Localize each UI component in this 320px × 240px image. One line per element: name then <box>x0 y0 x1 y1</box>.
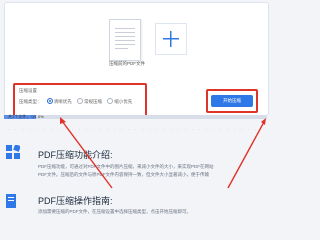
start-compress-button[interactable]: 开始压缩 <box>211 95 253 107</box>
start-button-highlight: 开始压缩 <box>206 89 258 113</box>
radio-clarity-first[interactable] <box>46 98 53 104</box>
radio-label-clarity-first: 清晰优先 <box>53 99 72 104</box>
options-title: 压缩设置 <box>19 88 37 93</box>
radio-label-normal: 常规压缩 <box>84 99 103 104</box>
upload-card: 压缩前的PDF文件 压缩设置 压缩类型： 清晰优先 常规压缩 缩小优先 开始压缩 <box>4 2 269 118</box>
radio-size-first[interactable] <box>107 98 114 104</box>
radio-normal[interactable] <box>77 98 84 104</box>
arrowhead-start <box>261 118 266 125</box>
divider: · · · · · · · · · · · · · · · · · · · · … <box>8 127 259 133</box>
intro-line-2: PDF文件。压缩后的文件与原PDF文件内容保持一致，但文件大小显著减小，便于传输 <box>38 172 209 177</box>
pdf-file-thumbnail[interactable] <box>109 19 141 61</box>
compress-type-label: 压缩类型： <box>19 99 42 104</box>
radio-label-size-first: 缩小优先 <box>114 99 133 104</box>
file-name-label: 压缩前的PDF文件 <box>109 61 145 66</box>
compress-options-panel: 压缩设置 压缩类型： 清晰优先 常规压缩 缩小优先 <box>13 83 147 118</box>
add-file-button[interactable] <box>155 23 187 55</box>
compress-type-row: 压缩类型： 清晰优先 常规压缩 缩小优先 <box>19 98 132 105</box>
progress-text: 共1个文件， 0/1 0% <box>8 114 44 119</box>
feature-grid-icon <box>6 145 20 159</box>
guide-document-icon <box>6 194 16 208</box>
intro-line-1: PDF压缩功能，可通过对PDF文件中的图片压缩，来减小文件的大小，来实现PDF在… <box>38 164 214 169</box>
section-title-guide: PDF压缩操作指南: <box>38 196 113 206</box>
plus-icon <box>163 31 179 47</box>
guide-line-1: 添加需要压缩的PDF文件，在压缩设置中选择压缩类型，点击开始压缩即可。 <box>38 209 191 214</box>
section-title-intro: PDF压缩功能介绍: <box>38 150 113 160</box>
